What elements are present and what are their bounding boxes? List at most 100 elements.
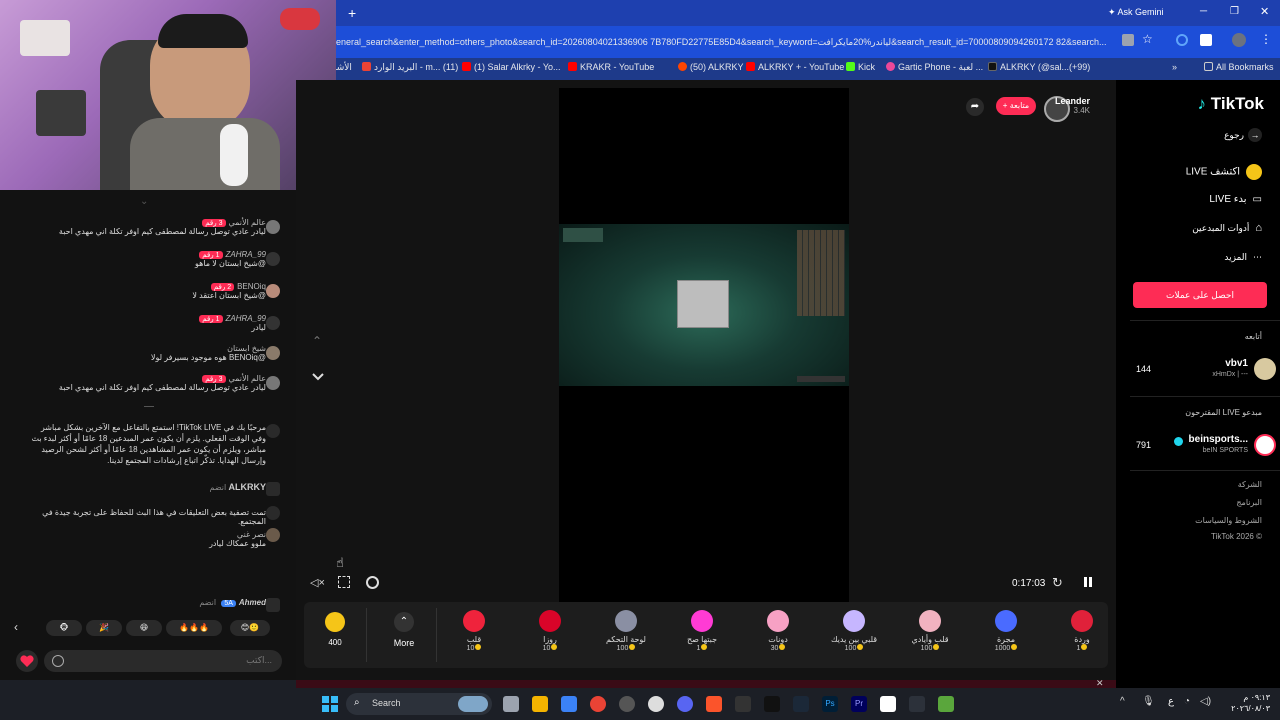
close-window-button[interactable]: ✕ bbox=[1260, 5, 1269, 18]
recommended-item[interactable]: beinsports... beIN SPORTS 791 bbox=[1116, 432, 1280, 460]
chat-username[interactable]: ALKRKY bbox=[229, 482, 267, 492]
quick-emoji[interactable]: 🔥🔥🔥 bbox=[166, 620, 222, 636]
chat-username[interactable]: شيخ ابستان bbox=[227, 344, 266, 353]
following-item[interactable]: vbv1 xHmDx | --- 144 bbox=[1116, 356, 1280, 384]
chat-username[interactable]: ZAHRA_99 bbox=[226, 314, 266, 323]
back-button[interactable]: → رجوع bbox=[1224, 128, 1262, 142]
profile-avatar[interactable] bbox=[1232, 33, 1246, 47]
new-tab-button[interactable]: + bbox=[348, 5, 356, 21]
previous-stream-button[interactable]: ⌃ bbox=[312, 334, 322, 348]
get-coins-button[interactable]: احصل على عملات bbox=[1133, 282, 1267, 308]
avatar[interactable] bbox=[266, 528, 280, 542]
bookmark-3[interactable]: KRAKR - YouTube bbox=[568, 62, 654, 72]
maximize-button[interactable]: ❐ bbox=[1230, 6, 1239, 17]
windows-start-icon[interactable] bbox=[322, 696, 338, 712]
volume-icon[interactable]: ◁) bbox=[1200, 696, 1211, 707]
fullscreen-icon[interactable] bbox=[338, 576, 350, 588]
task-view-icon[interactable] bbox=[503, 696, 519, 712]
pause-button[interactable] bbox=[1082, 576, 1094, 588]
avatar[interactable] bbox=[266, 346, 280, 360]
taskbar-search[interactable]: ⌕ Search bbox=[346, 693, 492, 715]
bookmark-0[interactable]: الأشا bbox=[334, 62, 352, 73]
quick-emoji[interactable]: 🐵 bbox=[46, 620, 82, 636]
next-stream-button[interactable] bbox=[310, 368, 326, 384]
obs-icon[interactable] bbox=[648, 696, 664, 712]
avatar[interactable] bbox=[266, 316, 280, 330]
comment-input[interactable]: اكتب... bbox=[44, 650, 282, 672]
follow-button[interactable]: + متابعة bbox=[996, 97, 1036, 115]
url-field[interactable]: eneral_search&enter_method=others_photo&… bbox=[336, 31, 1116, 53]
chat-username[interactable]: BENOiq bbox=[237, 282, 266, 291]
gemini-icon[interactable] bbox=[1176, 34, 1188, 46]
quick-emoji[interactable]: 🎉 bbox=[86, 620, 122, 636]
gift-item[interactable]: قلبي بين يديك 100 bbox=[824, 602, 884, 668]
settings-icon[interactable] bbox=[366, 576, 379, 589]
gift-item[interactable]: لوحة التحكم 100 bbox=[596, 602, 656, 668]
bookmark-6[interactable]: Kick bbox=[846, 62, 875, 72]
language-indicator[interactable]: ع bbox=[1168, 696, 1174, 707]
chevron-left-icon[interactable]: ‹ bbox=[14, 620, 18, 634]
tiktok-logo[interactable]: ♪ TikTok bbox=[1198, 94, 1264, 114]
gift-item[interactable]: وردة 1 bbox=[1052, 602, 1112, 668]
premiere-icon[interactable]: Pr bbox=[851, 696, 867, 712]
footer-link[interactable]: الشركة bbox=[1238, 480, 1262, 489]
microphone-icon[interactable]: 🎙 bbox=[1142, 696, 1155, 707]
all-bookmarks[interactable]: All Bookmarks bbox=[1204, 62, 1274, 72]
quick-emoji[interactable]: 😊🙂 bbox=[230, 620, 270, 636]
bookmark-5[interactable]: ALKRKY + - YouTube bbox=[746, 62, 844, 72]
bookmarks-overflow-icon[interactable]: » bbox=[1172, 62, 1177, 72]
avatar[interactable] bbox=[266, 252, 280, 266]
avatar[interactable] bbox=[266, 220, 280, 234]
gift-item[interactable]: جبتها صح 1 bbox=[672, 602, 732, 668]
minimize-button[interactable]: ─ bbox=[1200, 6, 1207, 17]
translate-icon[interactable] bbox=[1122, 34, 1134, 46]
app-icon[interactable] bbox=[909, 696, 925, 712]
nav-creator-tools[interactable]: ⌂ أدوات المبدعين bbox=[1192, 222, 1262, 234]
capcut-icon[interactable] bbox=[764, 696, 780, 712]
refresh-icon[interactable]: ↻ bbox=[1052, 575, 1063, 591]
photoshop-icon[interactable]: Ps bbox=[822, 696, 838, 712]
menu-kebab-icon[interactable]: ⋮ bbox=[1260, 32, 1272, 46]
mute-icon[interactable]: ◁× bbox=[310, 576, 325, 589]
steam-icon[interactable] bbox=[793, 696, 809, 712]
coin-balance[interactable]: 400 bbox=[310, 606, 360, 664]
chat-username[interactable]: عالم الأنمي bbox=[229, 218, 267, 227]
gift-item[interactable]: دونات 30 bbox=[748, 602, 808, 668]
chat-username[interactable]: Ahmed bbox=[239, 598, 266, 607]
bookmark-star-icon[interactable]: ☆ bbox=[1142, 32, 1153, 46]
bookmark-2[interactable]: (1) Salar Alkrky - Yo... bbox=[462, 62, 561, 72]
quick-emoji[interactable]: 😆 bbox=[126, 620, 162, 636]
file-explorer-icon[interactable] bbox=[532, 696, 548, 712]
footer-link[interactable]: الشروط والسياسات bbox=[1195, 516, 1262, 525]
tray-overflow-icon[interactable]: ^ bbox=[1120, 696, 1125, 707]
nav-start-live[interactable]: ▭ بدء LIVE bbox=[1209, 194, 1262, 205]
more-gifts-button[interactable]: ⌃ More bbox=[376, 606, 432, 664]
share-icon[interactable]: ➦ bbox=[966, 98, 984, 116]
bookmark-7[interactable]: Gartic Phone - لعبة ... bbox=[886, 62, 983, 73]
extensions-icon[interactable] bbox=[1200, 34, 1212, 46]
chat-username[interactable]: نصر غني bbox=[237, 530, 266, 539]
app-icon[interactable] bbox=[880, 696, 896, 712]
gift-item[interactable]: قلب وأيادي 100 bbox=[900, 602, 960, 668]
emoji-picker-icon[interactable] bbox=[52, 655, 64, 667]
bookmark-4[interactable]: (50) ALKRKY bbox=[678, 62, 744, 72]
like-button[interactable] bbox=[16, 650, 38, 672]
network-icon[interactable]: ◔ bbox=[1184, 696, 1190, 707]
minecraft-icon[interactable] bbox=[938, 696, 954, 712]
discord-icon[interactable] bbox=[677, 696, 693, 712]
chat-username[interactable]: عالم الأنمي bbox=[229, 374, 267, 383]
chat-username[interactable]: ZAHRA_99 bbox=[226, 250, 266, 259]
nav-more[interactable]: ⋯ المزيد bbox=[1224, 252, 1262, 263]
avatar[interactable] bbox=[266, 376, 280, 390]
store-icon[interactable] bbox=[561, 696, 577, 712]
avatar[interactable] bbox=[266, 284, 280, 298]
clock[interactable]: ٠٩:١٣ م ٢٠٢٦/٠٨/٠٣ bbox=[1222, 692, 1270, 714]
app-icon[interactable] bbox=[619, 696, 635, 712]
brave-icon[interactable] bbox=[706, 696, 722, 712]
gift-item[interactable]: قلب 10 bbox=[444, 602, 504, 668]
app-icon[interactable] bbox=[735, 696, 751, 712]
chrome-icon[interactable] bbox=[590, 696, 606, 712]
footer-link[interactable]: البرنامج bbox=[1236, 498, 1262, 507]
gift-item[interactable]: روزا 10 bbox=[520, 602, 580, 668]
gift-item[interactable]: مجرة 1000 bbox=[976, 602, 1036, 668]
